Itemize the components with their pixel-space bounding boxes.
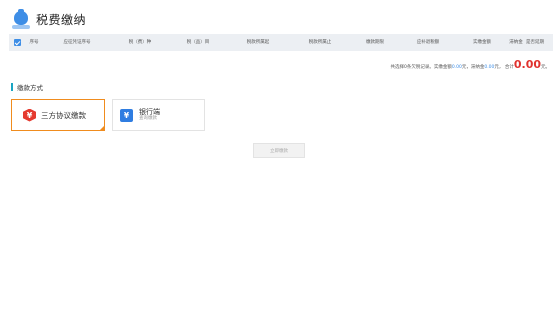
pay-now-button[interactable]: 立即缴款 bbox=[253, 143, 305, 158]
summary-total: 0.00 bbox=[513, 58, 541, 71]
col-late-fee: 滞纳金 bbox=[509, 40, 523, 45]
summary-prefix: 共选择0条欠税记录。实缴金额 bbox=[390, 65, 452, 70]
payment-summary: 共选择0条欠税记录。实缴金额 0.00 元，滞纳金 0.00 元， 合计 0.0… bbox=[390, 58, 550, 71]
payment-method-section-title: 缴款方式 bbox=[11, 82, 43, 92]
select-all-checkbox[interactable] bbox=[14, 39, 21, 46]
col-period-end: 税款所属止 bbox=[308, 40, 332, 45]
tripartite-payment-label: 三方协议缴款 bbox=[41, 110, 86, 120]
summary-late-fee: 0.00 bbox=[484, 65, 495, 70]
col-amount-due: 应补退税额 bbox=[416, 40, 440, 45]
bank-option-text: 银行端 查询缴款 bbox=[139, 108, 160, 122]
bank-option-sublabel: 查询缴款 bbox=[139, 116, 157, 121]
tax-table-header: 序号 应征凭证序号 税（费）种 税（品）目 税款所属起 税款所属止 缴款期限 应… bbox=[9, 34, 553, 51]
money-bag-icon bbox=[12, 9, 30, 29]
col-tax-item: 税（品）目 bbox=[186, 40, 210, 45]
col-period-start: 税款所属起 bbox=[246, 40, 270, 45]
summary-mid-2: 元， 合计 bbox=[494, 65, 514, 70]
col-paid-amount: 实缴金额 bbox=[473, 40, 491, 45]
col-deferred: 是否延期 bbox=[526, 40, 544, 45]
col-deadline: 缴款期限 bbox=[366, 40, 384, 45]
summary-unit: 元。 bbox=[541, 65, 550, 70]
col-tax-type: 税（费）种 bbox=[128, 40, 152, 45]
bank-option-label: 银行端 bbox=[139, 108, 160, 116]
page-header: 税费缴纳 bbox=[12, 8, 86, 30]
summary-mid-1: 元，滞纳金 bbox=[461, 65, 485, 70]
tripartite-payment-option[interactable]: ¥ 三方协议缴款 bbox=[11, 99, 105, 131]
tripartite-agreement-icon: ¥ bbox=[23, 108, 36, 122]
page-title: 税费缴纳 bbox=[36, 12, 87, 27]
col-voucher-no: 应征凭证序号 bbox=[63, 40, 91, 45]
selected-corner-marker bbox=[99, 125, 105, 131]
col-index: 序号 bbox=[29, 40, 39, 45]
section-title-text: 缴款方式 bbox=[17, 84, 43, 92]
bank-payment-option[interactable]: ¥ 银行端 查询缴款 bbox=[112, 99, 205, 131]
summary-paid-amount: 0.00 bbox=[451, 65, 462, 70]
section-accent-bar bbox=[11, 83, 13, 91]
bank-icon: ¥ bbox=[120, 108, 133, 122]
